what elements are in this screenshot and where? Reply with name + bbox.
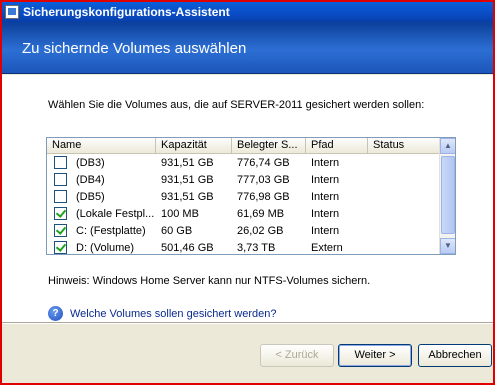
next-button[interactable]: Weiter > — [338, 344, 412, 367]
volume-name: D: (Volume) — [76, 241, 135, 254]
name-cell: D: (Volume) — [47, 241, 156, 254]
capacity-cell: 100 MB — [161, 207, 199, 220]
scroll-thumb[interactable] — [441, 156, 455, 234]
column-header-path[interactable]: Pfad — [306, 138, 368, 154]
path-cell: Intern — [311, 224, 340, 237]
used-cell: 3,73 TB — [237, 241, 276, 254]
volume-list[interactable]: Name Kapazität Belegter S... Pfad Status… — [46, 137, 456, 255]
intro-text: Wählen Sie die Volumes aus, die auf SERV… — [48, 99, 425, 111]
table-row[interactable]: C: (Festplatte) 60 GB 26,02 GB Intern — [47, 222, 439, 239]
volume-name: C: (Festplatte) — [76, 224, 146, 237]
path-cell: Extern — [311, 241, 343, 254]
volume-checkbox[interactable] — [54, 173, 67, 186]
capacity-cell: 60 GB — [161, 224, 193, 237]
used-cell: 776,98 GB — [237, 190, 290, 203]
wizard-header: Zu sichernde Volumes auswählen — [2, 22, 493, 74]
table-row[interactable]: (Lokale Festpl... 100 MB 61,69 MB Intern — [47, 205, 439, 222]
vertical-scrollbar[interactable]: ▲ ▼ — [439, 138, 455, 254]
list-header: Name Kapazität Belegter S... Pfad Status — [47, 138, 439, 154]
table-row[interactable]: (DB3) 931,51 GB 776,74 GB Intern — [47, 154, 439, 171]
footer-divider — [2, 322, 493, 324]
column-header-name[interactable]: Name — [47, 138, 156, 154]
page-title: Zu sichernde Volumes auswählen — [22, 40, 247, 57]
capacity-cell: 931,51 GB — [161, 190, 214, 203]
list-body: (DB3) 931,51 GB 776,74 GB Intern (DB4) 9… — [47, 154, 439, 254]
help-icon[interactable]: ? — [48, 306, 63, 321]
name-cell: (DB4) — [47, 173, 156, 186]
volume-checkbox[interactable] — [54, 156, 67, 169]
volume-name: (Lokale Festpl... — [76, 207, 155, 220]
volume-checkbox[interactable] — [54, 224, 67, 237]
name-cell: (Lokale Festpl... — [47, 207, 156, 220]
title-bar[interactable]: Sicherungskonfigurations-Assistent — [2, 2, 493, 22]
back-button[interactable]: < Zurück — [260, 344, 334, 367]
volume-checkbox[interactable] — [54, 207, 67, 220]
used-cell: 26,02 GB — [237, 224, 284, 237]
volume-name: (DB5) — [76, 190, 105, 203]
wizard-window: Sicherungskonfigurations-Assistent Zu si… — [0, 0, 495, 385]
used-cell: 61,69 MB — [237, 207, 285, 220]
cancel-button[interactable]: Abbrechen — [418, 344, 492, 367]
app-icon — [5, 5, 19, 19]
used-cell: 777,03 GB — [237, 173, 290, 186]
column-header-status[interactable]: Status — [368, 138, 439, 154]
scroll-up-icon[interactable]: ▲ — [440, 138, 455, 154]
name-cell: (DB5) — [47, 190, 156, 203]
table-row[interactable]: (DB4) 931,51 GB 777,03 GB Intern — [47, 171, 439, 188]
window-title: Sicherungskonfigurations-Assistent — [23, 5, 230, 19]
volume-checkbox[interactable] — [54, 241, 67, 254]
name-cell: C: (Festplatte) — [47, 224, 156, 237]
help-link[interactable]: Welche Volumes sollen gesichert werden? — [70, 308, 276, 320]
column-header-capacity[interactable]: Kapazität — [156, 138, 232, 154]
scroll-down-icon[interactable]: ▼ — [440, 238, 455, 254]
table-row[interactable]: D: (Volume) 501,46 GB 3,73 TB Extern — [47, 239, 439, 254]
used-cell: 776,74 GB — [237, 156, 290, 169]
column-header-used[interactable]: Belegter S... — [232, 138, 306, 154]
capacity-cell: 501,46 GB — [161, 241, 214, 254]
capacity-cell: 931,51 GB — [161, 156, 214, 169]
hint-text: Hinweis: Windows Home Server kann nur NT… — [48, 275, 371, 287]
capacity-cell: 931,51 GB — [161, 173, 214, 186]
table-row[interactable]: (DB5) 931,51 GB 776,98 GB Intern — [47, 188, 439, 205]
wizard-content: Wählen Sie die Volumes aus, die auf SERV… — [2, 75, 493, 322]
help-row: ? Welche Volumes sollen gesichert werden… — [48, 306, 276, 321]
name-cell: (DB3) — [47, 156, 156, 169]
path-cell: Intern — [311, 156, 340, 169]
volume-checkbox[interactable] — [54, 190, 67, 203]
volume-name: (DB4) — [76, 173, 105, 186]
volume-name: (DB3) — [76, 156, 105, 169]
path-cell: Intern — [311, 190, 340, 203]
path-cell: Intern — [311, 173, 340, 186]
path-cell: Intern — [311, 207, 340, 220]
